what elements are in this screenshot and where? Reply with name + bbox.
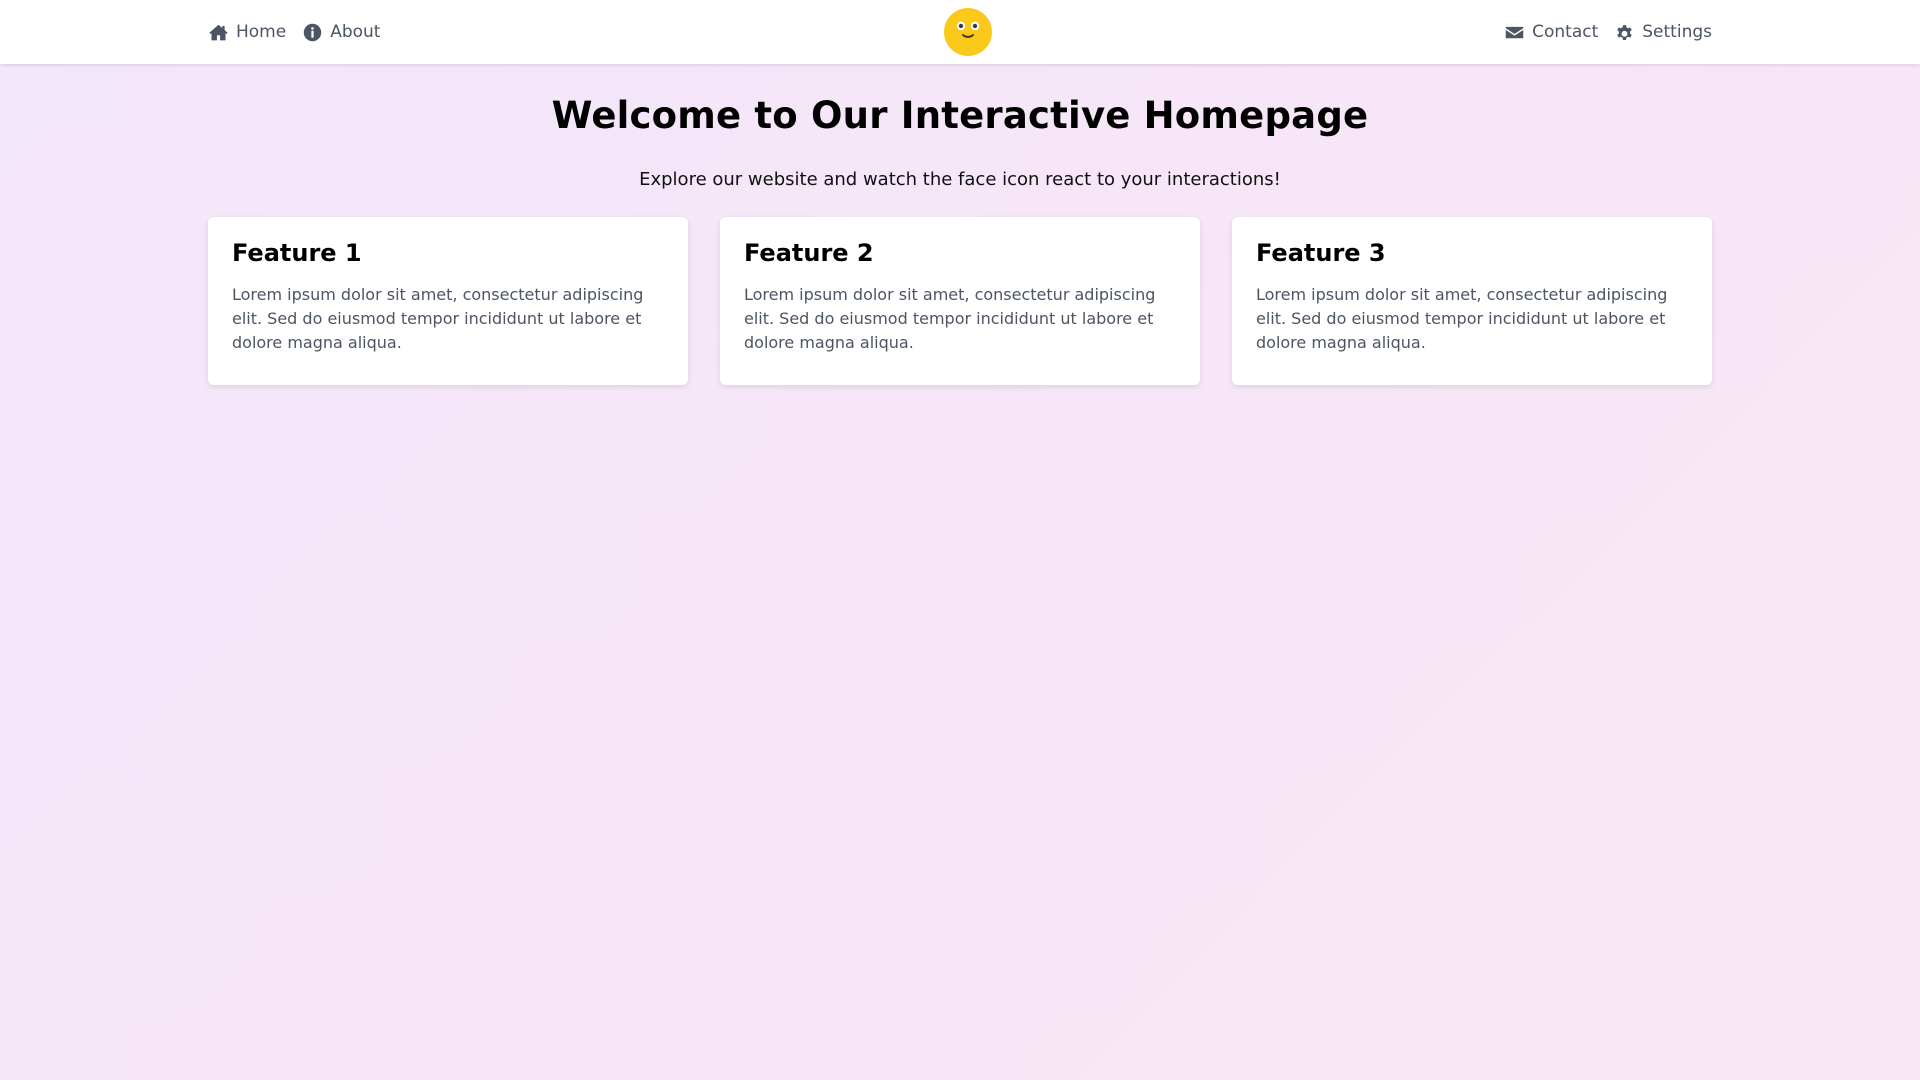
feature-cards: Feature 1 Lorem ipsum dolor sit amet, co… — [208, 217, 1712, 385]
feature-card-1: Feature 1 Lorem ipsum dolor sit amet, co… — [208, 217, 688, 385]
feature-card-title: Feature 3 — [1256, 239, 1386, 267]
nav-settings-label: Settings — [1642, 22, 1712, 42]
nav-link-contact[interactable]: Contact — [1504, 22, 1598, 43]
feature-card-title: Feature 1 — [232, 239, 362, 267]
info-icon — [303, 23, 322, 41]
page-title: Welcome to Our Interactive Homepage — [551, 94, 1369, 137]
nav-link-about[interactable]: About — [302, 22, 380, 43]
top-navbar: Home About Contact Settings — [0, 0, 1920, 64]
feature-card-text: Lorem ipsum dolor sit amet, consectetur … — [1256, 285, 1668, 352]
nav-link-settings[interactable]: Settings — [1614, 22, 1712, 43]
feature-card-text: Lorem ipsum dolor sit amet, consectetur … — [232, 285, 644, 352]
nav-about-label: About — [330, 22, 381, 42]
feature-card-title: Feature 2 — [744, 239, 874, 267]
nav-right-group: Contact Settings — [1504, 22, 1712, 43]
feature-card-text: Lorem ipsum dolor sit amet, consectetur … — [744, 285, 1156, 352]
feature-card-3: Feature 3 Lorem ipsum dolor sit amet, co… — [1232, 217, 1712, 385]
nav-left-group: Home About — [208, 22, 380, 43]
nav-contact-label: Contact — [1532, 22, 1599, 42]
home-icon — [209, 24, 228, 40]
navbar-inner: Home About Contact Settings — [208, 0, 1712, 64]
envelope-icon — [1505, 26, 1524, 38]
gear-icon — [1617, 24, 1633, 40]
page-subtitle: Explore our website and watch the face i… — [639, 169, 1281, 190]
face-icon-button[interactable] — [944, 8, 992, 56]
nav-home-label: Home — [236, 22, 287, 42]
nav-link-home[interactable]: Home — [208, 22, 286, 43]
main-content: Welcome to Our Interactive Homepage Expl… — [0, 64, 1920, 385]
face-icon — [956, 21, 980, 38]
feature-card-2: Feature 2 Lorem ipsum dolor sit amet, co… — [720, 217, 1200, 385]
